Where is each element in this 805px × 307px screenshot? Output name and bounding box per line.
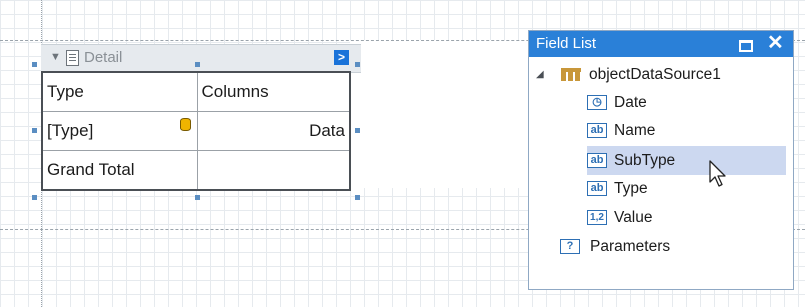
clock-icon: ◷: [587, 95, 607, 110]
expanded-arrow-icon[interactable]: ◢: [536, 69, 544, 80]
tree-node-label: Name: [614, 122, 656, 139]
tree-node-label: Date: [614, 94, 647, 111]
parameters-icon: ?: [560, 239, 580, 254]
data-cell[interactable]: Data: [196, 110, 351, 152]
grand-total-value-cell[interactable]: [196, 150, 351, 191]
tree-node-field-subtype[interactable]: ab SubType: [587, 148, 777, 174]
tree-node-datasource[interactable]: ◢ objectDataSource1: [536, 62, 776, 88]
table-row: Type Columns: [41, 71, 351, 112]
table-icon: [561, 68, 581, 81]
smart-tag-button[interactable]: >: [334, 50, 349, 65]
tree-node-parameters[interactable]: ? Parameters: [560, 234, 770, 260]
detail-band-label: Detail: [84, 49, 123, 66]
table-row: [Type] Data: [41, 110, 351, 152]
tree-node-label: Type: [614, 180, 648, 197]
resize-handle[interactable]: [32, 62, 37, 67]
database-field-icon: [179, 117, 191, 131]
resize-handle[interactable]: [195, 195, 200, 200]
field-list-title: Field List: [536, 35, 597, 52]
pivot-grid[interactable]: Type Columns [Type] Data Grand Total: [41, 71, 351, 191]
tree-node-label: Value: [614, 209, 653, 226]
grand-total-cell[interactable]: Grand Total: [41, 150, 198, 191]
resize-handle[interactable]: [355, 195, 360, 200]
mouse-pointer-icon: [709, 160, 726, 187]
report-surface-white: [350, 40, 528, 188]
tree-node-field-type[interactable]: ab Type: [587, 176, 777, 202]
resize-handle[interactable]: [32, 128, 37, 133]
field-list-titlebar[interactable]: Field List ✕: [529, 31, 793, 57]
column-header-cell[interactable]: Columns: [196, 71, 351, 112]
row-field-label: [Type]: [47, 120, 94, 140]
resize-handle[interactable]: [195, 62, 200, 67]
number-field-icon: 1,2: [587, 210, 607, 225]
detail-band-header[interactable]: ▼ Detail: [41, 44, 361, 73]
row-header-cell[interactable]: Type: [41, 71, 198, 112]
tree-node-field-date[interactable]: ◷ Date: [587, 90, 777, 116]
collapse-triangle-icon[interactable]: ▼: [50, 51, 61, 63]
string-field-icon: ab: [587, 153, 607, 168]
close-icon[interactable]: ✕: [767, 32, 784, 54]
resize-handle[interactable]: [32, 195, 37, 200]
band-document-icon: [66, 50, 79, 66]
maximize-icon[interactable]: [739, 40, 753, 52]
resize-handle[interactable]: [355, 128, 360, 133]
string-field-icon: ab: [587, 123, 607, 138]
row-field-cell[interactable]: [Type]: [41, 110, 198, 152]
tree-node-label: objectDataSource1: [589, 66, 721, 83]
tree-node-field-name[interactable]: ab Name: [587, 118, 777, 144]
resize-handle[interactable]: [355, 62, 360, 67]
string-field-icon: ab: [587, 181, 607, 196]
tree-node-field-value[interactable]: 1,2 Value: [587, 205, 777, 231]
tree-node-label: SubType: [614, 152, 676, 169]
table-row: Grand Total: [41, 150, 351, 191]
tree-node-label: Parameters: [590, 238, 671, 255]
